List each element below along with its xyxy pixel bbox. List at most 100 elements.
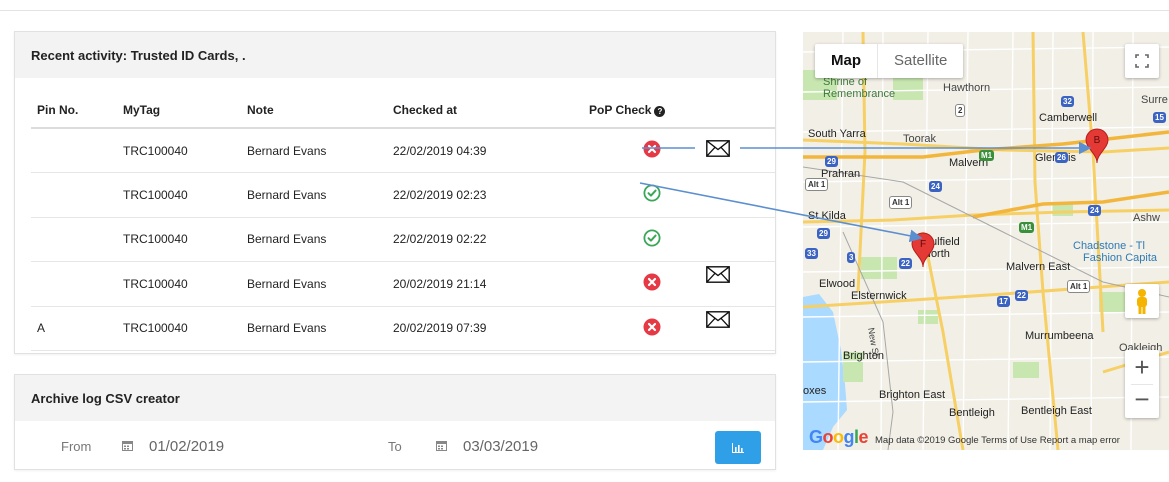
table-row: TRC100040 Bernard Evans 22/02/2019 04:39 (31, 128, 775, 173)
bar-chart-icon (732, 442, 744, 453)
from-date-input[interactable] (149, 435, 289, 457)
map-place-label: Bentleigh East (1021, 405, 1092, 417)
map-footer: Google Map data ©2019 Google Terms of Us… (803, 427, 1169, 450)
zoom-out-button[interactable]: − (1125, 384, 1159, 418)
help-icon[interactable]: ? (654, 105, 666, 117)
map-place-label: Surre (1141, 94, 1168, 106)
map-marker-b[interactable]: B (1085, 128, 1109, 164)
calendar-icon[interactable] (122, 440, 133, 451)
fail-x-icon (643, 318, 661, 336)
fullscreen-button[interactable] (1125, 44, 1159, 78)
recent-activity-panel: Recent activity: Trusted ID Cards, . Pin… (14, 31, 776, 354)
fullscreen-icon (1135, 54, 1149, 68)
map-place-label: Brighton East (879, 389, 946, 401)
svg-text:F: F (920, 239, 926, 250)
archive-form: From To (15, 421, 775, 469)
email-envelope-icon[interactable] (706, 311, 730, 328)
map-view[interactable]: Shrine of Remembrance Hawthorn Surre Camberw… (803, 32, 1169, 450)
to-date-input[interactable] (463, 435, 603, 457)
road-shield: Alt 1 (889, 196, 913, 209)
pegman-icon (1137, 289, 1147, 314)
cell-note: Bernard Evans (241, 306, 387, 351)
road-shield: M1 (1019, 222, 1035, 233)
email-envelope-icon[interactable] (706, 140, 730, 157)
calendar-icon[interactable] (436, 440, 447, 451)
map-type-control: Map Satellite (815, 44, 964, 78)
table-row: A TRC100040 Bernard Evans 20/02/2019 07:39 (31, 306, 775, 351)
col-header-pop-check[interactable]: PoP Check? (589, 92, 775, 129)
table-row: TRC100040 Bernard Evans 20/02/2019 21:14 (31, 261, 775, 307)
cell-pin (31, 128, 117, 173)
pass-check-icon (643, 184, 661, 202)
page-title-clipped (0, 0, 1169, 10)
road-shield: 24 (1088, 205, 1101, 216)
road-shield: 33 (805, 248, 818, 259)
road-shield: 3 (847, 252, 856, 263)
cell-mytag-link[interactable]: TRC100040 (117, 261, 241, 307)
cell-checked-at: 20/02/2019 21:14 (387, 261, 589, 307)
generate-csv-button[interactable] (715, 431, 761, 464)
tab-map[interactable]: Map (815, 44, 877, 78)
cell-pin (31, 261, 117, 307)
road-shield: 32 (1061, 96, 1074, 107)
map-place-label: Camberwell (1039, 112, 1098, 124)
cell-mytag-link[interactable]: TRC100040 (117, 217, 241, 262)
map-place-label: St Kilda (808, 210, 846, 222)
header-divider (0, 10, 1169, 11)
street-view-button[interactable] (1125, 284, 1159, 318)
cell-note: Bernard Evans (241, 128, 387, 173)
pass-check-icon (643, 229, 661, 247)
col-header-note[interactable]: Note (241, 92, 387, 129)
col-header-checked-at[interactable]: Checked at (387, 92, 589, 129)
map-place-label: Brighton (843, 350, 884, 362)
cell-mytag-link[interactable]: TRC100040 (117, 306, 241, 351)
google-logo: Google (809, 427, 869, 447)
cell-checked-at: 22/02/2019 02:22 (387, 217, 589, 262)
map-place-label: Fashion Capita (1083, 252, 1157, 264)
cell-pop-check (589, 217, 775, 262)
cell-mytag-link[interactable]: TRC100040 (117, 172, 241, 218)
road-shield: Alt 1 (805, 178, 829, 191)
cell-checked-at: 22/02/2019 02:23 (387, 172, 589, 218)
cell-pop-check (589, 306, 775, 351)
map-place-label: Ashw (1133, 212, 1160, 224)
activity-table: Pin No. MyTag Note Checked at PoP Check?… (31, 92, 775, 351)
to-label: To (388, 439, 402, 454)
road-shield: 22 (1015, 290, 1028, 301)
cell-pop-check (589, 261, 775, 307)
zoom-control: + − (1125, 350, 1159, 418)
map-place-label: Bentleigh (949, 407, 995, 419)
fail-x-icon (643, 140, 661, 158)
road-shield: 15 (1153, 112, 1166, 123)
road-shield: 2 (955, 104, 966, 117)
col-header-mytag[interactable]: MyTag (117, 92, 241, 129)
col-header-pin[interactable]: Pin No. (31, 92, 117, 129)
pop-check-label: PoP Check (589, 102, 652, 117)
table-row: TRC100040 Bernard Evans 22/02/2019 02:23 (31, 172, 775, 218)
map-attribution[interactable]: Map data ©2019 Google Terms of Use Repor… (875, 435, 1120, 446)
map-place-label: Hawthorn (943, 82, 991, 94)
road-shield: 22 (899, 258, 912, 269)
cell-note: Bernard Evans (241, 261, 387, 307)
cell-pin: A (31, 306, 117, 351)
cell-pop-check (589, 128, 775, 173)
svg-text:B: B (1094, 135, 1101, 146)
map-place-label: Chadstone - Tl (1073, 240, 1145, 252)
from-label: From (61, 439, 92, 454)
table-header-row: Pin No. MyTag Note Checked at PoP Check? (31, 92, 775, 129)
tab-satellite[interactable]: Satellite (877, 44, 963, 78)
road-shield: Alt 1 (1067, 280, 1091, 293)
map-place-label: South Yarra (808, 128, 866, 140)
road-shield: 17 (997, 296, 1010, 307)
cell-pop-check (589, 172, 775, 218)
map-marker-f[interactable]: F (911, 232, 935, 268)
cell-mytag-link[interactable]: TRC100040 (117, 128, 241, 173)
cell-pin (31, 172, 117, 218)
map-place-label: Murrumbeena (1025, 330, 1094, 342)
road-shield: 26 (1055, 152, 1068, 163)
zoom-in-button[interactable]: + (1125, 350, 1159, 384)
email-envelope-icon[interactable] (706, 266, 730, 283)
cell-checked-at: 20/02/2019 07:39 (387, 306, 589, 351)
fail-x-icon (643, 273, 661, 291)
map-place-label: Elsternwick (851, 290, 907, 302)
